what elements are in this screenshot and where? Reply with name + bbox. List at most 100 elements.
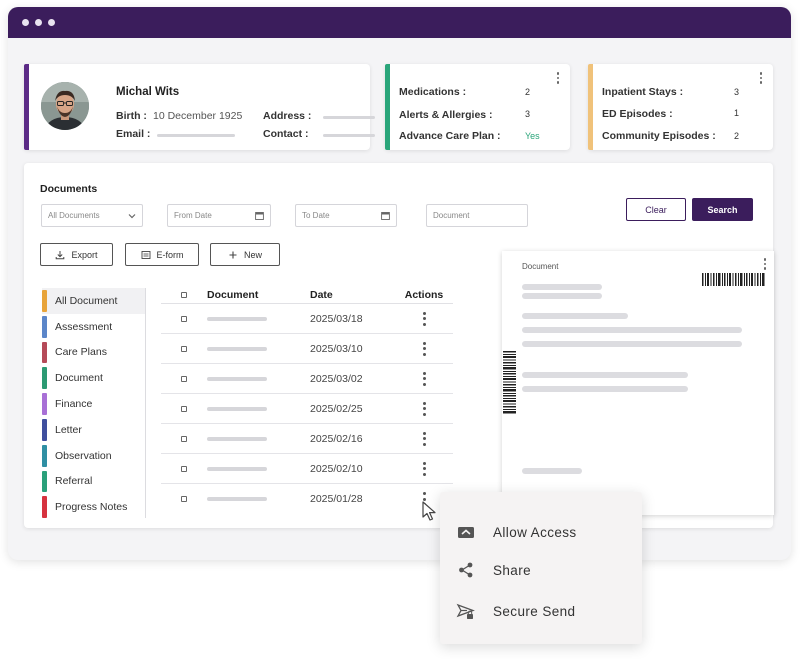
eform-button[interactable]: E-form — [125, 243, 199, 266]
table-row[interactable]: 2025/02/25 — [161, 394, 453, 424]
category-item-observation[interactable]: Observation — [42, 443, 145, 469]
preview-text-placeholder — [522, 313, 628, 319]
export-icon — [56, 250, 65, 259]
row-checkbox[interactable] — [181, 315, 187, 322]
birth-value: 10 December 1925 — [153, 110, 243, 122]
window-dot-icon[interactable] — [22, 19, 29, 26]
share-label: Share — [493, 562, 532, 578]
category-item-document[interactable]: Document — [42, 365, 145, 391]
more-options-icon[interactable] — [761, 258, 769, 270]
search-button[interactable]: Search — [692, 198, 753, 221]
category-list: All Document Assessment Care Plans Docum… — [42, 288, 146, 520]
table-row[interactable]: 2025/03/02 — [161, 364, 453, 394]
to-date-placeholder: To Date — [302, 211, 330, 220]
category-item-letter[interactable]: Letter — [42, 417, 145, 443]
table-row[interactable]: 2025/01/28 — [161, 484, 453, 514]
address-label: Address : — [263, 110, 312, 122]
patient-card: Michal Wits Birth : 10 December 1925 Ema… — [24, 64, 375, 150]
actions-column-header: Actions — [404, 289, 444, 301]
category-color-bar — [42, 444, 47, 467]
category-item-all-document[interactable]: All Document — [42, 288, 145, 314]
document-type-select[interactable]: All Documents — [41, 204, 143, 227]
category-item-finance[interactable]: Finance — [42, 391, 145, 417]
new-label: New — [243, 249, 262, 260]
category-item-care-plans[interactable]: Care Plans — [42, 340, 145, 366]
more-options-icon[interactable] — [757, 72, 765, 84]
advance-care-plan-value: Yes — [525, 131, 540, 141]
ed-episodes-count: 1 — [734, 108, 740, 118]
row-checkbox[interactable] — [181, 405, 187, 412]
category-item-progress-notes[interactable]: Progress Notes — [42, 494, 145, 520]
category-color-bar — [42, 341, 47, 364]
table-row[interactable]: 2025/03/18 — [161, 304, 453, 334]
category-color-bar — [42, 496, 47, 519]
category-item-referral[interactable]: Referral — [42, 469, 145, 495]
window-dot-icon[interactable] — [35, 19, 42, 26]
select-all-checkbox[interactable] — [181, 292, 187, 298]
category-label: Document — [55, 372, 103, 385]
more-options-icon[interactable] — [554, 72, 562, 84]
from-date-field[interactable]: From Date — [167, 204, 271, 227]
form-icon — [141, 250, 150, 259]
contact-label: Contact : — [263, 128, 309, 140]
row-actions-icon[interactable] — [422, 431, 426, 446]
document-date: 2025/01/28 — [310, 493, 363, 505]
medications-label: Medications : — [399, 86, 467, 98]
calendar-icon[interactable] — [381, 211, 390, 220]
row-checkbox[interactable] — [181, 496, 187, 502]
row-actions-icon[interactable] — [422, 461, 426, 476]
clinical-accent-bar — [385, 64, 390, 150]
export-label: Export — [71, 249, 98, 260]
document-search-field[interactable]: Document — [426, 204, 528, 227]
category-label: Progress Notes — [55, 501, 128, 514]
row-checkbox[interactable] — [181, 375, 187, 382]
row-actions-icon[interactable] — [422, 401, 426, 416]
community-episodes-label: Community Episodes : — [602, 130, 716, 142]
plus-icon — [229, 251, 237, 258]
barcode-icon — [702, 273, 765, 286]
row-checkbox[interactable] — [181, 465, 187, 472]
row-actions-icon[interactable] — [422, 311, 426, 326]
allow-access-menu-item[interactable]: Allow Access — [440, 514, 642, 550]
share-menu-item[interactable]: Share — [440, 552, 642, 588]
preview-text-placeholder — [522, 468, 582, 474]
category-color-bar — [42, 393, 47, 415]
patient-name: Michal Wits — [116, 86, 180, 98]
email-label: Email : — [116, 128, 151, 140]
row-actions-icon[interactable] — [422, 341, 426, 356]
clinical-summary-card: Medications : 2 Alerts & Allergies : 3 A… — [385, 64, 570, 150]
ed-episodes-label: ED Episodes : — [602, 108, 673, 120]
to-date-field[interactable]: To Date — [295, 204, 397, 227]
preview-title: Document — [522, 262, 559, 271]
birth-label: Birth : — [116, 110, 147, 122]
from-date-placeholder: From Date — [174, 211, 212, 220]
row-checkbox[interactable] — [181, 435, 187, 442]
table-row[interactable]: 2025/02/16 — [161, 424, 453, 454]
category-item-assessment[interactable]: Assessment — [42, 314, 145, 340]
date-column-header: Date — [310, 289, 333, 301]
table-header: Document Date Actions — [161, 287, 453, 304]
table-row[interactable]: 2025/03/10 — [161, 334, 453, 364]
document-name-placeholder — [207, 346, 267, 351]
alerts-allergies-label: Alerts & Allergies : — [399, 109, 493, 121]
row-checkbox[interactable] — [181, 345, 187, 352]
advance-care-plan-label: Advance Care Plan : — [399, 130, 501, 142]
window-dot-icon[interactable] — [48, 19, 55, 26]
calendar-icon[interactable] — [255, 211, 264, 220]
row-actions-icon[interactable] — [422, 371, 426, 386]
new-button[interactable]: New — [210, 243, 280, 266]
clear-button[interactable]: Clear — [626, 198, 686, 221]
secure-send-menu-item[interactable]: Secure Send — [440, 593, 642, 629]
preview-text-placeholder — [522, 372, 688, 378]
category-label: Referral — [55, 475, 93, 488]
export-button[interactable]: Export — [40, 243, 113, 266]
documents-panel: Documents All Documents From Date To Dat… — [24, 163, 774, 528]
row-context-menu: Allow Access Share Secure Send — [440, 492, 642, 644]
patient-accent-bar — [24, 64, 29, 150]
app-window: Michal Wits Birth : 10 December 1925 Ema… — [8, 7, 791, 560]
category-label: Letter — [55, 423, 82, 436]
document-name-placeholder — [207, 406, 267, 411]
inpatient-stays-label: Inpatient Stays : — [602, 86, 684, 98]
table-row[interactable]: 2025/02/10 — [161, 454, 453, 484]
secure-send-icon — [456, 603, 475, 619]
